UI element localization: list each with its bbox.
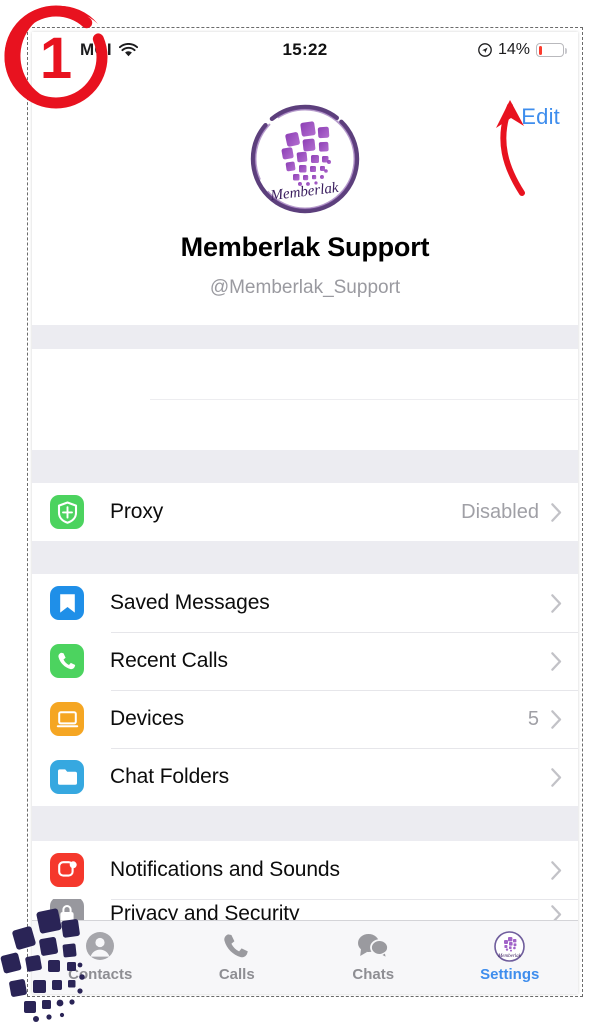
- settings-row-proxy[interactable]: Proxy Disabled: [32, 483, 578, 541]
- svg-text:Memberlak: Memberlak: [269, 180, 340, 204]
- row-label: Saved Messages: [110, 591, 270, 614]
- chevron-right-icon: [551, 502, 562, 522]
- section-gap: [32, 325, 578, 349]
- tab-label: Contacts: [68, 966, 133, 983]
- edit-button[interactable]: Edit: [521, 104, 560, 130]
- chevron-right-icon: [551, 709, 562, 729]
- general-section: Saved Messages Recent Calls Devices 5 Ch…: [32, 574, 578, 806]
- settings-row-chat-folders[interactable]: Chat Folders: [32, 748, 578, 806]
- row-value: 5: [527, 707, 539, 730]
- laptop-icon: [50, 702, 84, 736]
- location-services-icon: [478, 43, 492, 57]
- speech-bubbles-icon: [357, 929, 390, 963]
- tab-settings[interactable]: Memberlak Settings: [442, 929, 579, 983]
- row-label: Chat Folders: [110, 765, 230, 788]
- memberlak-logo-avatar: Memberlak: [250, 104, 360, 214]
- status-bar: MCI 15:22 14%: [32, 32, 578, 68]
- settings-row-recent-calls[interactable]: Recent Calls: [32, 632, 578, 690]
- section-gap: [32, 450, 578, 483]
- profile-header: Edit Memberlak Memberlak Support @Member…: [32, 68, 578, 325]
- proxy-section: Proxy Disabled: [32, 483, 578, 541]
- tab-calls[interactable]: Calls: [169, 929, 306, 983]
- chevron-right-icon: [551, 860, 562, 880]
- profile-username: @Memberlak_Support: [209, 277, 401, 298]
- phone-icon: [50, 644, 84, 678]
- battery-icon: [536, 43, 567, 57]
- avatar[interactable]: Memberlak: [246, 100, 364, 218]
- shield-icon: [50, 495, 84, 529]
- settings-row-devices[interactable]: Devices 5: [32, 690, 578, 748]
- tab-label: Chats: [352, 966, 395, 983]
- row-label: Notifications and Sounds: [110, 858, 340, 881]
- row-value: Disabled: [461, 500, 539, 523]
- battery-percent-label: 14%: [497, 41, 530, 58]
- folder-icon: [50, 760, 84, 794]
- redacted-row: [32, 349, 578, 399]
- redacted-info-section: [32, 349, 578, 450]
- row-label: Devices: [110, 707, 184, 730]
- tab-label: Calls: [218, 966, 255, 983]
- tab-label: Settings: [480, 966, 540, 983]
- tab-contacts[interactable]: Contacts: [32, 929, 169, 983]
- row-label: Proxy: [110, 500, 164, 523]
- section-gap: [32, 806, 578, 841]
- chevron-right-icon: [551, 651, 562, 671]
- row-label: Recent Calls: [110, 649, 228, 672]
- svg-text:Memberlak: Memberlak: [497, 954, 522, 959]
- tab-chats[interactable]: Chats: [305, 929, 442, 983]
- person-circle-icon: [85, 929, 115, 963]
- phone-handset-icon: [222, 929, 251, 963]
- settings-row-saved-messages[interactable]: Saved Messages: [32, 574, 578, 632]
- page-title: Memberlak Support: [180, 232, 430, 262]
- settings-section: Notifications and Sounds Privacy and Sec…: [32, 841, 578, 929]
- redacted-row: [32, 400, 578, 450]
- profile-avatar-icon: Memberlak: [494, 929, 526, 963]
- battery-fill: [538, 45, 543, 55]
- chevron-right-icon: [551, 767, 562, 787]
- settings-row-notifications-and-sounds[interactable]: Notifications and Sounds: [32, 841, 578, 899]
- bookmark-icon: [50, 586, 84, 620]
- notification-bell-icon: [50, 853, 84, 887]
- chevron-right-icon: [551, 593, 562, 613]
- screenshot-canvas: MCI 15:22 14% Edit Memberlak Memberlak S…: [0, 0, 610, 1024]
- phone-screen: MCI 15:22 14% Edit Memberlak Memberlak S…: [32, 32, 578, 994]
- section-gap: [32, 541, 578, 574]
- tab-bar: Contacts Calls Chats Memberlak Settings: [32, 920, 578, 994]
- status-bar-right: 14%: [478, 32, 567, 68]
